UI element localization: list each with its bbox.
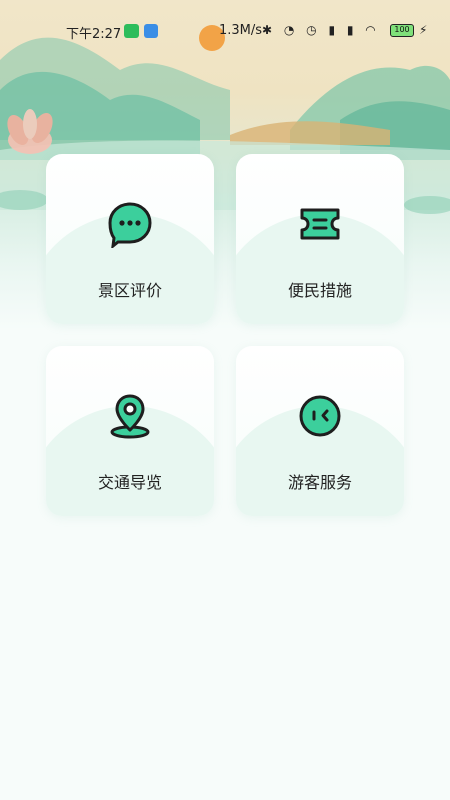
battery-icon: 100 [390, 24, 414, 37]
charging-icon: ⚡ [419, 23, 428, 37]
status-icons: ✱ ◔ ◷ ▮ ▮ ◠ [262, 23, 380, 37]
ticket-icon [300, 208, 340, 240]
network-speed: 1.3M/s [219, 23, 263, 38]
service-face-icon [299, 395, 341, 437]
menu-card-label: 便民措施 [287, 281, 352, 300]
status-bar: 下午2:27 1.3M/s ✱ ◔ ◷ ▮ ▮ ◠ 100 ⚡ [0, 20, 450, 44]
wechat-icon [124, 24, 139, 38]
menu-card-transport-guide[interactable]: 交通导览 [46, 346, 214, 516]
menu-card-label: 游客服务 [287, 473, 352, 492]
menu-card-visitor-service[interactable]: 游客服务 [236, 346, 404, 516]
menu-card-label: 景区评价 [97, 281, 162, 300]
menu-card-label: 交通导览 [97, 473, 162, 492]
menu-card-convenience[interactable]: 便民措施 [236, 154, 404, 324]
location-pin-icon [110, 394, 150, 439]
app-notification-icon [144, 24, 158, 38]
menu-card-scenic-review[interactable]: 景区评价 [46, 154, 214, 324]
status-time: 下午2:27 [66, 27, 122, 42]
chat-bubble-icon [108, 202, 152, 248]
